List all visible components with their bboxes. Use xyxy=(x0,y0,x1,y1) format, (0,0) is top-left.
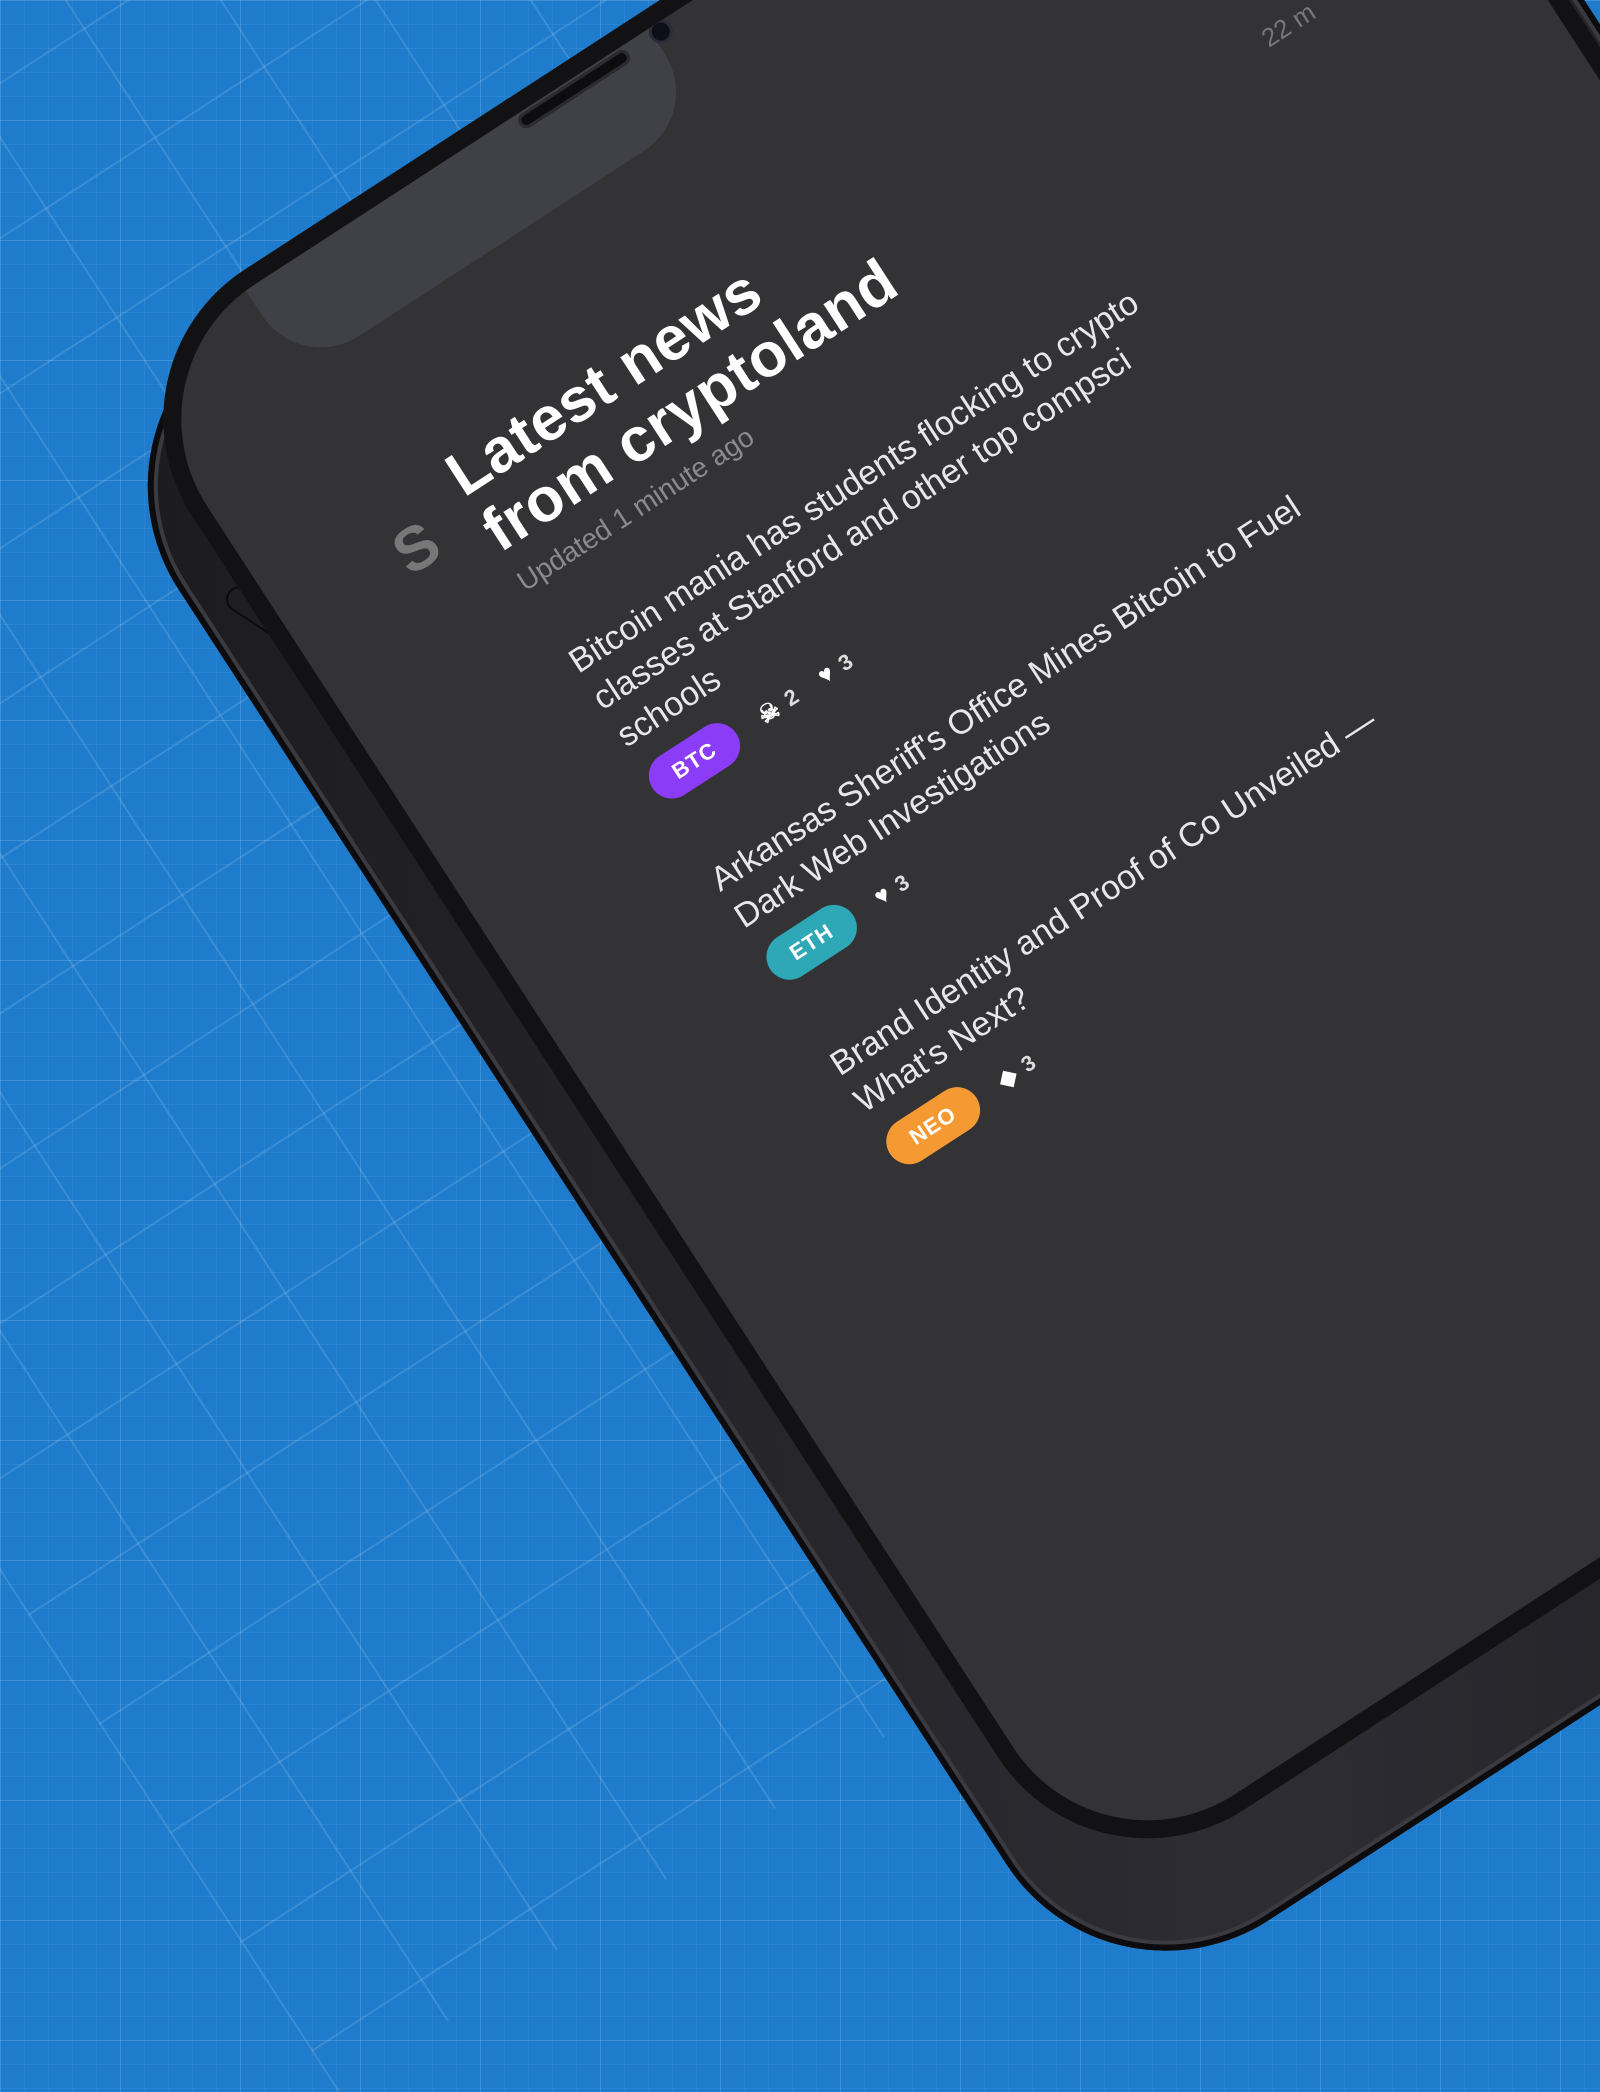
app-logo-icon[interactable]: S xyxy=(380,502,466,588)
reaction-count: 3 xyxy=(833,648,858,677)
reaction-count: 3 xyxy=(1016,1049,1041,1078)
reaction-heart[interactable]: ♥ 3 xyxy=(869,868,915,911)
front-camera xyxy=(648,19,674,44)
time-ago-label: 22 m xyxy=(1255,0,1321,54)
notch xyxy=(234,12,703,375)
diamond-icon: ◆ xyxy=(992,1061,1023,1094)
heart-icon: ♥ xyxy=(869,880,896,911)
reaction-count: 3 xyxy=(889,869,914,897)
earpiece-speaker xyxy=(515,46,634,132)
reaction-count: 2 xyxy=(779,683,804,712)
reaction-skull[interactable]: ☠ 2 xyxy=(752,682,804,730)
reaction-heart[interactable]: ♥ 3 xyxy=(813,648,859,691)
reaction-diamond[interactable]: ◆ 3 xyxy=(992,1048,1042,1094)
heart-icon: ♥ xyxy=(812,659,840,691)
phone-mockup: ▂▃▅ S Latest news from cryptoland Update… xyxy=(0,0,1600,2024)
skull-icon: ☠ xyxy=(752,695,786,730)
